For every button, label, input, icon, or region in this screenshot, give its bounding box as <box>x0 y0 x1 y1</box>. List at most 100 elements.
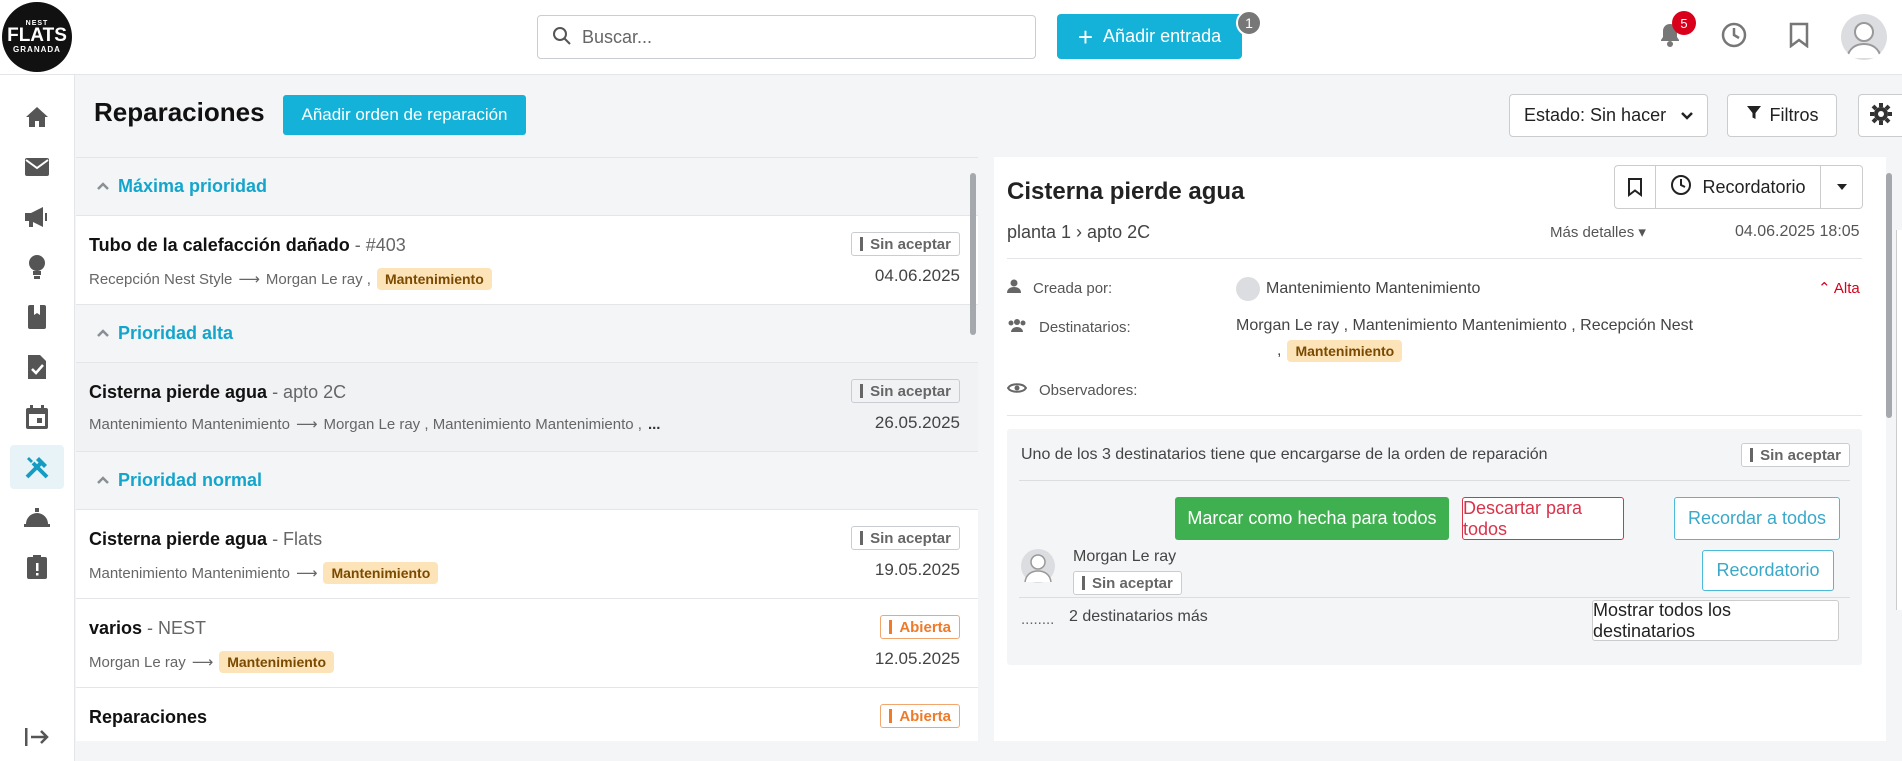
list-item-date: 04.06.2025 <box>874 266 960 285</box>
clock-icon[interactable] <box>1719 20 1749 50</box>
megaphone-icon[interactable] <box>10 195 64 239</box>
lightbulb-icon[interactable] <box>10 245 64 289</box>
caret-down-icon: ▾ <box>1638 224 1646 241</box>
add-repair-order-button[interactable]: Añadir orden de reparación <box>283 95 526 135</box>
reminder-button[interactable]: Recordatorio <box>1656 165 1821 209</box>
calendar-icon[interactable] <box>10 395 64 439</box>
eye-icon <box>1006 381 1028 399</box>
sidebar <box>0 75 75 761</box>
recipients-value: Morgan Le ray , Mantenimiento Mantenimie… <box>1236 317 1694 334</box>
detail-title: Cisterna pierde agua <box>1007 178 1245 205</box>
tools-icon[interactable] <box>10 445 64 489</box>
brand-logo[interactable]: NEST FLATS GRANADA <box>2 2 72 72</box>
mark-done-all-button[interactable]: Marcar como hecha para todos <box>1175 497 1449 540</box>
divider <box>1007 415 1862 416</box>
chevron-up-icon <box>96 325 110 343</box>
search-icon <box>552 26 572 49</box>
group-header-normal[interactable]: Prioridad normal <box>76 452 978 510</box>
person-icon <box>1007 279 1021 297</box>
status-badge: Sin aceptar <box>1073 571 1182 595</box>
more-recipients-text: 2 destinatarios más <box>1069 608 1208 625</box>
user-avatar[interactable] <box>1841 14 1887 60</box>
checklist-document-icon[interactable] <box>10 345 64 389</box>
recipients-label: Destinatarios: <box>1007 318 1131 336</box>
status-badge: Sin aceptar <box>851 526 960 550</box>
avatar <box>1021 549 1055 583</box>
discard-all-button[interactable]: Descartar para todos <box>1462 497 1624 540</box>
tag: Mantenimiento <box>219 651 335 673</box>
location-breadcrumb: planta 1 › apto 2C <box>1007 222 1151 242</box>
bookmark-button[interactable] <box>1614 165 1656 209</box>
repair-list: Máxima prioridad Tubo de la calefacción … <box>76 157 978 741</box>
status-badge: Sin aceptar <box>851 232 960 256</box>
more-details-toggle[interactable]: Más detalles ▾ <box>1550 223 1646 241</box>
room-service-bell-icon[interactable] <box>10 495 64 539</box>
recipient-name: Morgan Le ray <box>1073 548 1177 565</box>
list-item-date: 12.05.2025 <box>874 649 960 668</box>
more-recipients-ellipsis: ... <box>647 415 661 433</box>
search-box[interactable] <box>537 15 1036 59</box>
recipients-status-box: Uno de los 3 destinatarios tiene que enc… <box>1007 429 1862 665</box>
top-bar: NEST FLATS GRANADA + Añadir entrada 1 5 <box>0 0 1902 75</box>
list-item[interactable]: Cisterna pierde agua - Flats Mantenimien… <box>76 510 978 599</box>
chevron-down-icon <box>1680 105 1694 126</box>
status-badge: Sin aceptar <box>851 379 960 403</box>
list-item[interactable]: Tubo de la calefacción dañado - #403 Rec… <box>76 216 978 305</box>
page-title: Reparaciones <box>94 97 265 127</box>
side-drawer-edge[interactable] <box>1896 230 1902 610</box>
list-item[interactable]: Reparaciones Abierta <box>76 688 978 741</box>
plus-icon: + <box>1077 21 1094 52</box>
detail-date: 04.06.2025 18:05 <box>1735 223 1860 240</box>
reminder-dropdown-button[interactable] <box>1821 165 1863 209</box>
chevron-up-icon <box>96 178 110 196</box>
detail-actions: Recordatorio <box>1614 165 1863 209</box>
logout-icon[interactable] <box>10 715 64 759</box>
tag: Mantenimiento <box>376 268 492 290</box>
bookmark-icon[interactable] <box>1784 20 1814 50</box>
show-all-recipients-button[interactable]: Mostrar todos los destinatarios <box>1592 600 1839 641</box>
notification-count-badge: 5 <box>1672 11 1696 35</box>
add-entry-button[interactable]: + Añadir entrada <box>1057 14 1242 59</box>
clock-icon <box>1670 174 1692 201</box>
list-scrollbar-thumb[interactable] <box>970 173 976 335</box>
status-badge: Abierta <box>880 615 960 639</box>
arrow-right-icon: ⟶ <box>295 565 318 582</box>
search-input[interactable] <box>582 26 1002 48</box>
arrow-right-icon: ⟶ <box>191 654 214 671</box>
filters-button[interactable]: Filtros <box>1727 94 1837 137</box>
status-filter-select[interactable]: Estado: Sin hacer <box>1509 94 1708 137</box>
tag: Mantenimiento <box>323 562 439 584</box>
list-item[interactable]: varios - NEST Morgan Le ray ⟶ Mantenimie… <box>76 599 978 688</box>
list-item-date: 26.05.2025 <box>874 413 960 432</box>
chevron-up-icon: ⌃ <box>1818 280 1831 297</box>
divider <box>1019 597 1850 598</box>
remind-all-button[interactable]: Recordar a todos <box>1674 497 1840 540</box>
home-icon[interactable] <box>10 95 64 139</box>
divider <box>1007 258 1862 259</box>
arrow-right-icon: ⟶ <box>238 271 260 288</box>
created-by-label: Creada por: <box>1007 279 1112 297</box>
detail-scrollbar-thumb[interactable] <box>1886 173 1892 418</box>
tag: Mantenimiento <box>1287 340 1403 362</box>
gear-icon <box>1869 102 1893 129</box>
more-dots: ........ <box>1021 611 1055 628</box>
group-header-maxima[interactable]: Máxima prioridad <box>76 158 978 216</box>
status-badge: Abierta <box>880 704 960 728</box>
entry-count-badge: 1 <box>1236 10 1262 36</box>
mail-icon[interactable] <box>10 145 64 189</box>
observers-label: Observadores: <box>1006 381 1137 399</box>
chevron-up-icon <box>96 472 110 490</box>
avatar <box>1236 277 1260 301</box>
report-icon[interactable] <box>10 545 64 589</box>
divider <box>1019 480 1850 481</box>
list-item[interactable]: Cisterna pierde agua - apto 2C Mantenimi… <box>76 363 978 452</box>
list-item-date: 19.05.2025 <box>874 560 960 579</box>
remind-recipient-button[interactable]: Recordatorio <box>1702 550 1834 591</box>
status-badge: Sin aceptar <box>1741 443 1850 467</box>
group-header-alta[interactable]: Prioridad alta <box>76 305 978 363</box>
book-icon[interactable] <box>10 295 64 339</box>
detail-panel: Cisterna pierde agua planta 1 › apto 2C … <box>994 157 1886 741</box>
arrow-right-icon: ⟶ <box>295 416 318 433</box>
settings-gear-button[interactable] <box>1858 94 1902 137</box>
priority-indicator: ⌃ Alta <box>1818 280 1860 297</box>
